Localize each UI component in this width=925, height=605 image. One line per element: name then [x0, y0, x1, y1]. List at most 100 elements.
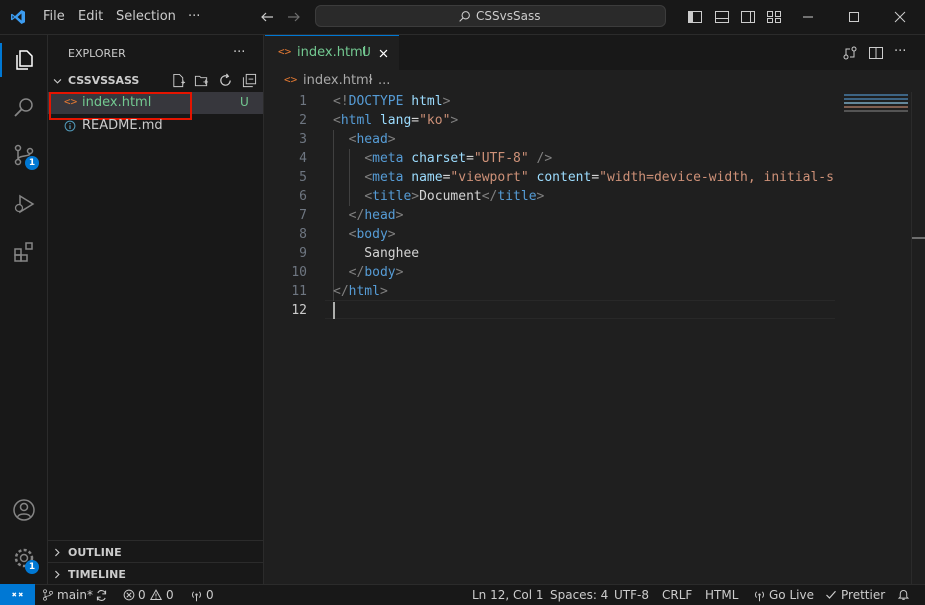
new-folder-icon[interactable]	[194, 73, 209, 88]
chevron-right-icon	[55, 548, 60, 557]
status-bar: main* 0 0 0 Ln 12, Col 1 Spaces: 4 UTF-8…	[0, 584, 925, 605]
arrow-right-icon[interactable]	[286, 9, 302, 25]
extensions-icon[interactable]	[12, 240, 36, 264]
breadcrumb: <> index.html › ...	[265, 70, 925, 92]
prettier-button[interactable]: Prettier	[841, 588, 885, 602]
run-debug-icon[interactable]	[12, 192, 36, 216]
explorer-title: EXPLORER	[68, 47, 126, 60]
remote-icon	[12, 592, 23, 597]
code-token: =	[591, 170, 600, 185]
error-count[interactable]: 0	[138, 588, 146, 602]
scm-badge: 1	[25, 156, 39, 170]
split-editor-icon[interactable]	[868, 45, 884, 61]
remote-indicator[interactable]	[0, 584, 35, 605]
accounts-icon[interactable]	[12, 498, 36, 522]
collapse-all-icon[interactable]	[242, 73, 257, 88]
chevron-down-icon	[53, 79, 62, 84]
active-indicator	[0, 43, 2, 77]
code-token: html	[348, 284, 380, 299]
line-number: 4	[299, 151, 307, 166]
explorer-more-button[interactable]: ···	[233, 45, 245, 60]
bell-icon[interactable]	[897, 588, 910, 601]
close-tab-icon[interactable]	[378, 48, 389, 59]
line-number: 12	[291, 303, 307, 318]
code-line: <meta name="viewport" content="width=dev…	[333, 170, 835, 185]
search-icon	[459, 11, 470, 22]
ports-count[interactable]: 0	[206, 588, 214, 602]
outline-section[interactable]: OUTLINE	[48, 540, 263, 563]
menu-selection[interactable]: Selection	[116, 9, 176, 24]
code-token: >	[387, 132, 396, 147]
tab-index-html[interactable]: <> index.html U	[265, 35, 399, 70]
code-line: <meta charset="UTF-8" />	[333, 151, 552, 166]
code-token: head	[356, 132, 388, 147]
warning-count[interactable]: 0	[166, 588, 174, 602]
refresh-icon[interactable]	[218, 73, 233, 88]
toggle-primary-sidebar-icon[interactable]	[687, 9, 703, 25]
code-token: title	[497, 189, 537, 204]
arrow-left-icon[interactable]	[259, 9, 275, 25]
new-file-icon[interactable]	[171, 73, 186, 88]
code-line: <!DOCTYPE html>	[333, 94, 450, 109]
end-of-line[interactable]: CRLF	[662, 588, 692, 602]
explorer-icon[interactable]	[12, 48, 36, 72]
minimize-icon[interactable]	[800, 9, 816, 25]
cursor-position[interactable]: Ln 12, Col 1	[472, 588, 544, 602]
folder-header[interactable]: CSSVSSASS	[48, 70, 263, 92]
branch-name[interactable]: main*	[57, 588, 93, 602]
current-line-highlight	[325, 300, 835, 319]
maximize-icon[interactable]	[846, 9, 862, 25]
warning-icon	[150, 589, 162, 600]
search-icon[interactable]	[12, 95, 36, 119]
check-icon	[826, 590, 836, 599]
line-number: 6	[299, 189, 307, 204]
minimap[interactable]	[835, 92, 925, 584]
code-line: </head>	[333, 208, 404, 223]
sync-icon[interactable]	[95, 589, 108, 602]
line-number: 7	[299, 208, 307, 223]
text-cursor	[333, 302, 335, 319]
code-token: body	[364, 265, 396, 280]
toggle-panel-icon[interactable]	[714, 9, 730, 25]
html-icon: <>	[278, 45, 292, 58]
title-bar: File Edit Selection ··· CSSvsSass	[0, 0, 925, 35]
indentation[interactable]: Spaces: 4	[550, 588, 608, 602]
code-token: >	[450, 113, 459, 128]
breadcrumb-rest[interactable]: ...	[378, 73, 390, 88]
customize-layout-icon[interactable]	[766, 9, 782, 25]
code-token: </	[333, 284, 349, 299]
code-token: <	[364, 151, 373, 166]
compare-changes-icon[interactable]	[842, 45, 858, 61]
code-token: </	[348, 208, 365, 223]
language-mode[interactable]: HTML	[705, 588, 738, 602]
command-center-search[interactable]: CSSvsSass	[315, 5, 666, 27]
go-live-button[interactable]: Go Live	[769, 588, 814, 602]
editor-tab-bar: <> index.html U ···	[265, 35, 925, 70]
breadcrumb-file[interactable]: index.html	[303, 73, 372, 88]
code-token: >	[387, 227, 396, 242]
line-number: 3	[299, 132, 307, 147]
editor-more-button[interactable]: ···	[894, 44, 906, 59]
menu-file[interactable]: File	[43, 9, 65, 24]
menu-more[interactable]: ···	[188, 9, 200, 24]
timeline-section[interactable]: TIMELINE	[48, 562, 263, 585]
html-icon: <>	[284, 73, 298, 86]
menu-edit[interactable]: Edit	[78, 9, 103, 24]
toggle-secondary-sidebar-icon[interactable]	[740, 9, 756, 25]
outline-label: OUTLINE	[68, 546, 122, 559]
code-line: <head>	[333, 132, 396, 147]
code-token: DOCTYPE	[348, 94, 404, 109]
code-editor[interactable]: 1 <!DOCTYPE html> 2 <html lang="ko"> 3 <head…	[265, 92, 835, 584]
close-window-icon[interactable]	[892, 9, 908, 25]
encoding[interactable]: UTF-8	[614, 588, 649, 602]
file-item-readme[interactable]: README.md	[48, 115, 263, 137]
scrollbar-thumb[interactable]	[911, 92, 925, 584]
code-token: >	[395, 265, 404, 280]
